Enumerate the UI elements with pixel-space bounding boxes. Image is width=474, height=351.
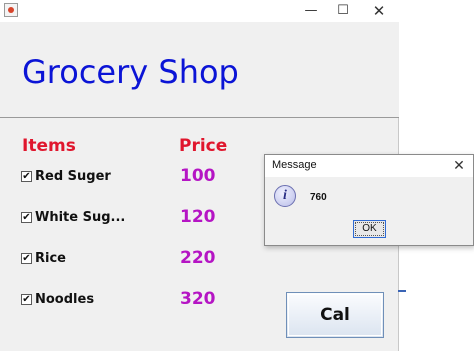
items-column-header: Items xyxy=(22,136,76,156)
dialog-close-button[interactable]: ✕ xyxy=(449,157,469,175)
rice-label: Rice xyxy=(35,251,66,266)
java-app-icon xyxy=(4,3,18,17)
noodles-label: Noodles xyxy=(35,292,95,307)
window-titlebar: — ☐ ✕ xyxy=(0,0,399,22)
page-title: Grocery Shop xyxy=(22,53,239,91)
white-sugar-checkbox[interactable]: ✔ xyxy=(21,212,32,223)
calculate-button[interactable]: Cal xyxy=(286,292,384,338)
minimize-button[interactable]: — xyxy=(294,0,328,22)
rice-price: 220 xyxy=(180,248,216,268)
price-column-header: Price xyxy=(179,136,228,156)
maximize-button[interactable]: ☐ xyxy=(326,0,360,22)
red-suger-label: Red Suger xyxy=(35,169,111,184)
dialog-message: 760 xyxy=(310,192,327,203)
info-icon: i xyxy=(274,185,296,207)
dialog-title: Message xyxy=(272,159,317,171)
noodles-checkbox[interactable]: ✔ xyxy=(21,294,32,305)
message-dialog: Message ✕ i 760 OK xyxy=(264,154,474,246)
white-sugar-price: 120 xyxy=(180,207,216,227)
ok-button[interactable]: OK xyxy=(353,220,386,238)
noodles-price: 320 xyxy=(180,289,216,309)
dialog-titlebar: Message ✕ xyxy=(265,155,473,177)
white-sugar-label: White Sug... xyxy=(35,210,126,225)
red-suger-checkbox[interactable]: ✔ xyxy=(21,171,32,182)
rice-checkbox[interactable]: ✔ xyxy=(21,253,32,264)
close-button[interactable]: ✕ xyxy=(362,0,396,22)
red-suger-price: 100 xyxy=(180,166,216,186)
background-window-edge xyxy=(398,290,406,292)
header-panel: Grocery Shop xyxy=(0,22,399,118)
